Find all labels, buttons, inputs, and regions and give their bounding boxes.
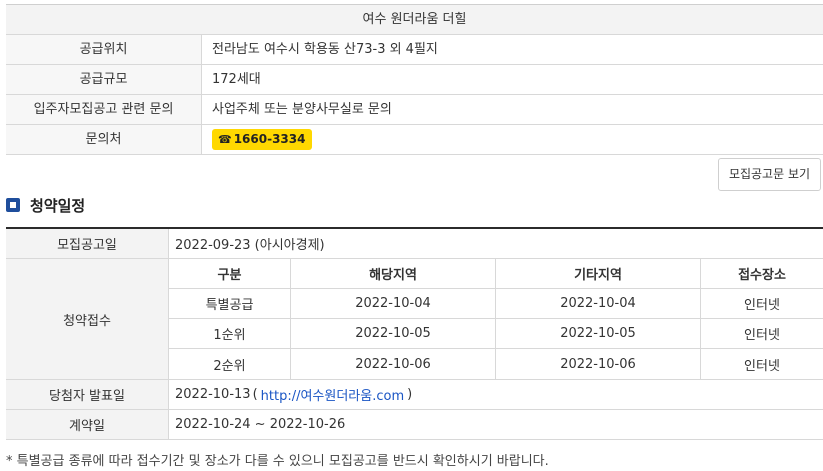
info-value: 사업주체 또는 분양사무실로 문의 [212,102,392,117]
info-label: 입주자모집공고 관련 문의 [6,95,202,124]
info-value: ☎ 1660-3334 [202,125,823,154]
schedule-value: 2022-10-24 ~ 2022-10-26 [175,417,346,432]
column-header: 접수장소 [738,268,786,283]
table-cell: 2022-10-04 [496,289,701,318]
column-header: 구분 [169,259,291,288]
view-notice-button[interactable]: 모집공고문 보기 [718,158,821,191]
schedule-value: 2022-09-23 (아시아경제) [175,238,325,253]
info-row-location: 공급위치 전라남도 여수시 학용동 산73-3 외 4필지 [6,35,823,65]
info-label: 문의처 [6,125,202,154]
phone-icon: ☎ [218,133,232,146]
schedule-row-contract: 계약일 2022-10-24 ~ 2022-10-26 [6,410,823,440]
info-value: 172세대 [212,72,261,87]
table-cell: 2022-10-05 [291,319,496,348]
table-row: 1순위 2022-10-05 2022-10-05 인터넷 [169,319,823,349]
table-cell: 인터넷 [744,358,780,374]
table-cell: 2022-10-05 [496,319,701,348]
apply-subtable: 구분 해당지역 기타지역 접수장소 특별공급 2022-10-04 2022-1… [169,259,823,379]
schedule-row-announce: 모집공고일 2022-09-23 (아시아경제) [6,229,823,259]
schedule-row-apply: 청약접수 구분 해당지역 기타지역 접수장소 특별공급 2022-10-04 2… [6,259,823,380]
table-cell: 특별공급 [169,289,291,318]
table-cell: 2022-10-04 [291,289,496,318]
table-cell: 2순위 [169,349,291,379]
column-header: 기타지역 [496,259,701,288]
info-label: 공급위치 [6,35,202,64]
schedule-label: 당첨자 발표일 [6,380,169,409]
phone-call-button[interactable]: ☎ 1660-3334 [212,129,313,150]
table-cell: 2022-10-06 [291,349,496,379]
paren-close: ) [407,387,413,402]
section-header: 청약일정 [6,195,85,215]
schedule-label: 계약일 [6,410,169,439]
phone-number: 1660-3334 [233,132,306,146]
info-row-inquiry: 입주자모집공고 관련 문의 사업주체 또는 분양사무실로 문의 [6,95,823,125]
table-cell: 2022-10-06 [496,349,701,379]
schedule-value: 2022-10-13 ( http://여수원더라움.com ) [169,380,823,409]
complex-title: 여수 원더라움 더힐 [6,5,823,35]
complex-info-table: 여수 원더라움 더힐 공급위치 전라남도 여수시 학용동 산73-3 외 4필지… [6,4,823,155]
schedule-table: 모집공고일 2022-09-23 (아시아경제) 청약접수 구분 해당지역 기타… [6,227,823,440]
table-row: 2순위 2022-10-06 2022-10-06 인터넷 [169,349,823,379]
info-value: 전라남도 여수시 학용동 산73-3 외 4필지 [212,42,438,57]
schedule-label: 청약접수 [6,259,169,379]
info-label: 공급규모 [6,65,202,94]
footnote: * 특별공급 종류에 따라 접수기간 및 장소가 다를 수 있으니 모집공고를 … [6,454,549,469]
table-row: 특별공급 2022-10-04 2022-10-04 인터넷 [169,289,823,319]
info-row-scale: 공급규모 172세대 [6,65,823,95]
table-cell: 인터넷 [744,298,780,313]
paren-open: ( [252,387,258,402]
section-title: 청약일정 [30,196,86,215]
schedule-label: 모집공고일 [6,229,169,258]
apply-header-row: 구분 해당지역 기타지역 접수장소 [169,259,823,289]
table-cell: 1순위 [169,319,291,348]
table-cell: 인터넷 [744,328,780,343]
schedule-row-winner: 당첨자 발표일 2022-10-13 ( http://여수원더라움.com ) [6,380,823,410]
square-bullet-icon [6,198,20,212]
info-row-contact: 문의처 ☎ 1660-3334 [6,125,823,155]
winner-site-link[interactable]: http://여수원더라움.com [261,385,404,404]
winner-date: 2022-10-13 [175,387,251,402]
column-header: 해당지역 [291,259,496,288]
